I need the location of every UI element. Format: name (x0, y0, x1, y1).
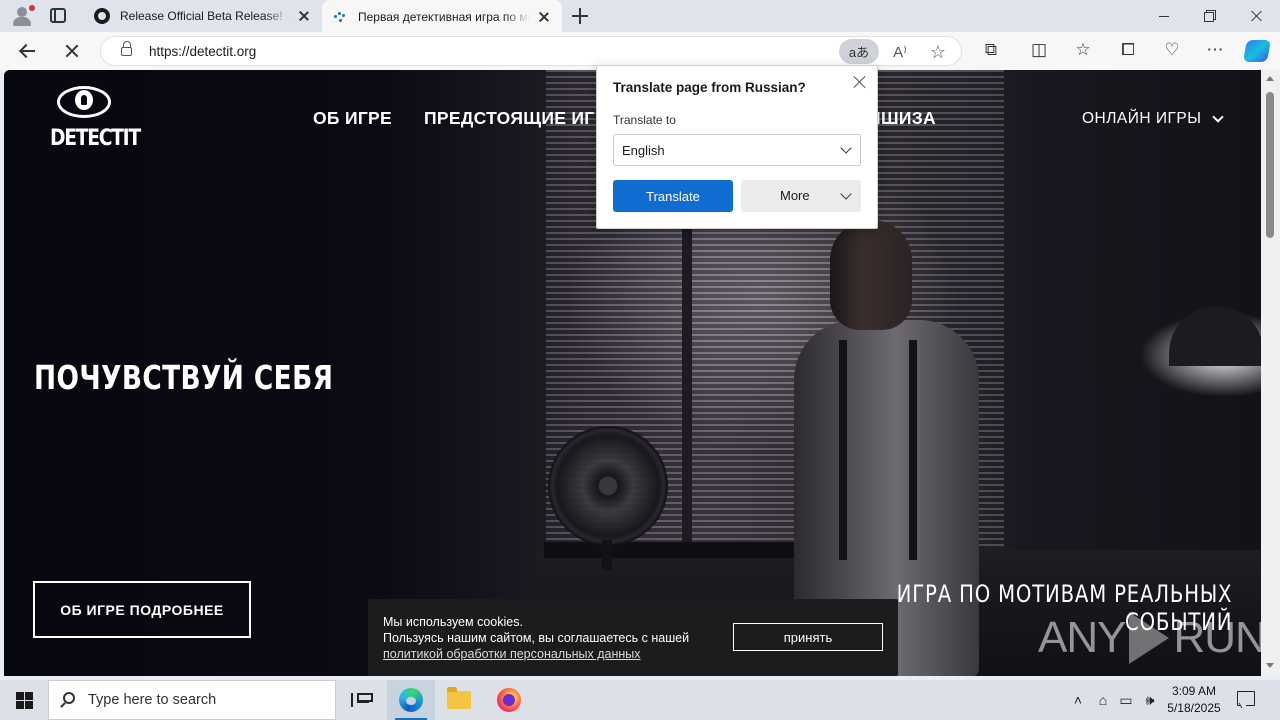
close-icon[interactable] (851, 73, 869, 91)
tab-title: Release Official Beta Release! · Bli (120, 9, 290, 23)
page-scrollbar[interactable] (1261, 70, 1280, 676)
translate-popup: Translate page from Russian? Translate t… (596, 65, 878, 229)
title-bar: Release Official Beta Release! · Bli Пер… (0, 0, 1280, 33)
windows-start-icon[interactable] (0, 680, 48, 720)
more-button-label: More (780, 188, 810, 203)
extensions-icon[interactable]: ⧉ (978, 38, 1004, 62)
anyrun-watermark: ANY RUN (1038, 612, 1261, 664)
nav-online-games[interactable]: ОНЛАЙН ИГРЫ (1082, 110, 1224, 128)
back-icon[interactable] (14, 38, 42, 64)
address-bar[interactable]: https://detectit.org aあ A⁾ ☆ (100, 36, 962, 66)
more-button[interactable]: More (741, 180, 861, 212)
translate-to-label: Translate to (613, 113, 676, 127)
close-window-button[interactable] (1233, 0, 1279, 32)
collections-icon[interactable]: ⧠ (1115, 38, 1141, 62)
tab-actions-icon[interactable] (50, 8, 66, 23)
favorites-icon[interactable]: ☆ (1070, 38, 1096, 62)
profile-avatar-icon[interactable] (8, 4, 36, 28)
task-view-icon (351, 693, 373, 707)
nav-about-game[interactable]: ОБ ИГРЕ (313, 108, 392, 129)
chevron-down-icon (840, 142, 852, 154)
scroll-thumb[interactable] (1266, 92, 1274, 238)
task-view-button[interactable] (336, 680, 384, 720)
more-menu-icon[interactable]: ⋯ (1202, 38, 1228, 62)
minimize-button[interactable] (1141, 0, 1187, 32)
nav-online-label: ОНЛАЙН ИГРЫ (1082, 110, 1202, 127)
cookie-text-1: Мы используем cookies. (383, 615, 523, 629)
edge-icon (399, 688, 423, 712)
copilot-icon[interactable] (1243, 40, 1271, 62)
browser-essentials-icon[interactable]: ♡ (1159, 38, 1185, 62)
device-icon[interactable]: ⌂ (1093, 680, 1113, 720)
close-tab-icon[interactable] (296, 8, 312, 24)
tab-title: Первая детективная игра по мо (358, 9, 530, 24)
about-game-button[interactable]: ОБ ИГРЕ ПОДРОБНЕЕ (33, 581, 251, 638)
taskbar-clock[interactable]: 3:09 AM 5/18/2025 (1162, 683, 1226, 717)
clock-time: 3:09 AM (1171, 684, 1217, 698)
translate-icon[interactable]: aあ (839, 39, 879, 64)
lamp-image (1169, 306, 1261, 366)
scroll-down-icon[interactable] (1266, 663, 1274, 668)
search-icon (63, 692, 75, 704)
firefox-icon (497, 688, 521, 712)
logo-text: DETECTIT (50, 126, 141, 151)
show-hidden-icons-icon[interactable]: ˄ (1068, 680, 1088, 720)
tab-github-release[interactable]: Release Official Beta Release! · Bli (84, 0, 322, 32)
taskbar-firefox[interactable] (485, 680, 533, 720)
folder-icon (447, 687, 471, 709)
translate-button[interactable]: Translate (613, 180, 733, 212)
detectit-logo[interactable]: DETECTIT (44, 84, 141, 156)
cookie-text-2: Пользуясь нашим сайтом, вы соглашаетесь … (383, 631, 690, 645)
volume-icon[interactable]: 🕪 (1140, 680, 1160, 720)
taskbar-search[interactable]: Type here to search (48, 680, 336, 720)
taskbar-file-explorer[interactable] (435, 680, 483, 720)
url-text[interactable]: https://detectit.org (149, 44, 256, 59)
read-aloud-icon[interactable]: A⁾ (887, 40, 913, 64)
split-screen-icon[interactable]: ◫ (1026, 38, 1052, 62)
fan-image (548, 426, 668, 546)
accept-cookies-button[interactable]: принять (733, 623, 883, 651)
restore-button[interactable] (1187, 0, 1233, 32)
selected-language: English (622, 143, 665, 158)
loading-icon (332, 9, 348, 25)
lock-icon[interactable] (121, 41, 132, 56)
language-select[interactable]: English (613, 134, 861, 166)
stop-loading-icon[interactable] (58, 38, 86, 64)
taskbar-edge[interactable] (387, 680, 435, 720)
chevron-down-icon (1211, 111, 1224, 123)
search-placeholder: Type here to search (88, 692, 217, 708)
notifications-icon[interactable] (1237, 691, 1255, 706)
cookie-banner: Мы используем cookies. Пользуясь нашим с… (368, 599, 898, 676)
nav-upcoming-games[interactable]: ПРЕДСТОЯЩИЕ ИГ (424, 108, 594, 129)
nav-franchise[interactable]: НШИЗА (868, 108, 936, 129)
privacy-policy-link[interactable]: политикой обработки персональных данных (383, 647, 641, 661)
github-icon (94, 8, 110, 24)
scroll-up-icon[interactable] (1266, 76, 1274, 81)
network-icon[interactable]: ▭ (1116, 680, 1136, 720)
tab-detectit[interactable]: Первая детективная игра по мо (322, 0, 562, 33)
hero-title: ПОЧУВСТВУЙ СЕБЯ (34, 358, 334, 397)
chevron-down-icon (840, 188, 852, 200)
tagline-line-1: ИГРА ПО МОТИВАМ РЕАЛЬНЫХ (896, 580, 1232, 608)
play-icon (1129, 612, 1170, 664)
windows-taskbar: Type here to search ˄ ⌂ ▭ 🕪 3:09 AM 5/18… (0, 680, 1280, 720)
clock-date: 5/18/2025 (1167, 701, 1221, 715)
close-tab-icon[interactable] (536, 9, 552, 25)
favorite-star-icon[interactable]: ☆ (925, 40, 951, 64)
new-tab-icon[interactable] (570, 6, 590, 26)
translate-popup-title: Translate page from Russian? (613, 80, 806, 95)
